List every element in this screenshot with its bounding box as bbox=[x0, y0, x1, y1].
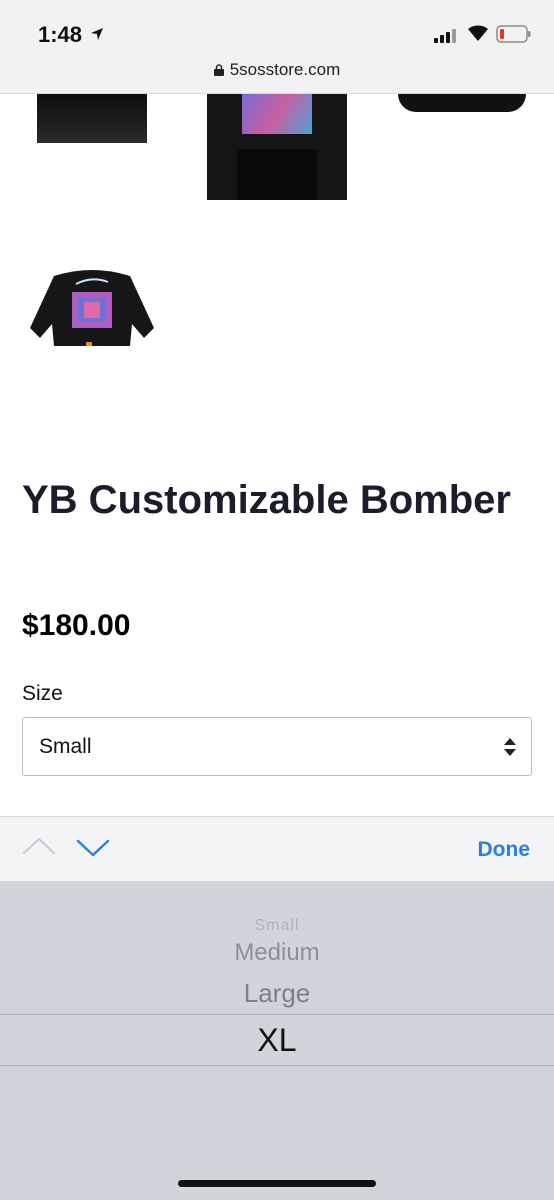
picker-selection-top-line bbox=[0, 1014, 554, 1015]
size-picker-wheel[interactable]: Small Medium Large XL bbox=[0, 881, 554, 1200]
product-thumbnail-1[interactable] bbox=[37, 94, 147, 143]
url-bar[interactable]: 5sosstore.com bbox=[0, 60, 554, 80]
jacket-print bbox=[242, 94, 312, 134]
size-select-value: Small bbox=[39, 735, 92, 758]
size-select[interactable]: Small bbox=[22, 717, 532, 776]
picker-option[interactable]: Medium bbox=[0, 939, 554, 967]
size-label: Size bbox=[22, 682, 63, 705]
product-thumbnail-3[interactable] bbox=[398, 94, 526, 112]
chevron-up-icon[interactable] bbox=[22, 835, 56, 857]
product-thumbnail-4[interactable] bbox=[24, 262, 160, 354]
browser-top-bar: 1:48 5sosstore.com bbox=[0, 0, 554, 94]
product-price: $180.00 bbox=[22, 609, 131, 642]
picker-option[interactable]: Large bbox=[0, 978, 554, 1009]
picker-option[interactable]: Small bbox=[0, 917, 554, 935]
chevron-down-icon[interactable] bbox=[76, 837, 110, 859]
product-title: YB Customizable Bomber bbox=[22, 478, 511, 522]
signal-icon bbox=[434, 27, 460, 43]
model-legs bbox=[237, 149, 317, 200]
home-indicator[interactable] bbox=[178, 1180, 376, 1187]
select-arrows-icon bbox=[504, 738, 516, 756]
status-time: 1:48 bbox=[38, 22, 83, 47]
url-text: 5sosstore.com bbox=[229, 60, 341, 79]
battery-icon bbox=[496, 25, 531, 43]
keyboard-accessory-bar: Done bbox=[0, 816, 554, 881]
lock-icon bbox=[213, 64, 224, 76]
screen: 1:48 5sosstore.com YB Customizable Bombe… bbox=[0, 0, 554, 1200]
wifi-icon bbox=[468, 25, 488, 41]
location-arrow-icon bbox=[91, 28, 103, 40]
done-button[interactable]: Done bbox=[478, 838, 531, 862]
product-thumbnail-2[interactable] bbox=[207, 94, 347, 200]
picker-option-selected[interactable]: XL bbox=[0, 1022, 554, 1059]
picker-selection-bottom-line bbox=[0, 1065, 554, 1066]
